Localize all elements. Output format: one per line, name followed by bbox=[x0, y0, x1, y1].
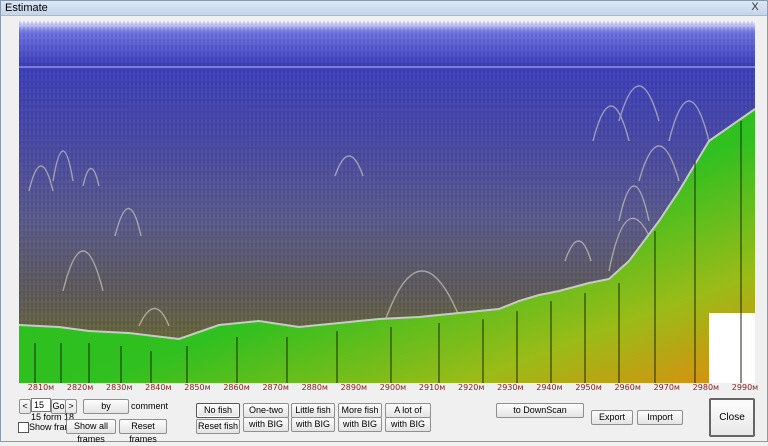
axis-tick-label: 2910м bbox=[418, 383, 446, 392]
axis-tick-label: 2810м bbox=[27, 383, 55, 392]
more-fish-big-button[interactable]: with BIG bbox=[338, 417, 382, 432]
title-bar: Estimate X bbox=[1, 1, 767, 16]
axis-tick-label: 2890м bbox=[340, 383, 368, 392]
reset-frames-button[interactable]: Reset frames bbox=[119, 419, 167, 444]
axis-tick-label: 2990м bbox=[731, 383, 759, 392]
axis-tick-label: 2830м bbox=[106, 383, 133, 392]
axis-tick-label: 2980м bbox=[692, 383, 720, 392]
axis-tick-label: 2940м bbox=[536, 383, 563, 392]
axis-tick-label: 2900м bbox=[379, 383, 407, 392]
show-frame-checkbox[interactable] bbox=[18, 422, 29, 433]
one-two-fish-button[interactable]: One-two fish bbox=[243, 403, 289, 428]
a-lot-of-fish-button[interactable]: A lot of fish bbox=[385, 403, 431, 428]
a-lot-of-fish-big-button[interactable]: with BIG bbox=[385, 417, 431, 432]
axis-tick-label: 2860м bbox=[223, 383, 250, 392]
window-title: Estimate bbox=[5, 2, 48, 14]
one-two-fish-big-button[interactable]: with BIG bbox=[243, 417, 289, 432]
import-button[interactable]: Import bbox=[637, 410, 683, 425]
axis-tick-label: 2820м bbox=[66, 383, 94, 392]
export-button[interactable]: Export bbox=[591, 410, 633, 425]
window-close-icon[interactable]: X bbox=[747, 1, 763, 14]
axis-tick-label: 2960м bbox=[614, 383, 641, 392]
sonar-echogram[interactable] bbox=[19, 21, 755, 383]
estimate-window: Estimate X 2810м 2820м 2830м 2840м 2850м… bbox=[0, 0, 768, 444]
axis-tick-label: 2930м bbox=[497, 383, 524, 392]
little-fish-button[interactable]: Little fish bbox=[291, 403, 335, 418]
by-button[interactable]: by bbox=[83, 399, 129, 414]
to-downscan-button[interactable]: to DownScan bbox=[496, 403, 584, 418]
axis-tick-label: 2880м bbox=[301, 383, 328, 392]
little-fish-big-button[interactable]: with BIG bbox=[291, 417, 335, 432]
distance-axis: 2810м 2820м 2830м 2840м 2850м 2860м 2870м 2880м… bbox=[19, 377, 759, 392]
comment-label: comment bbox=[131, 401, 169, 411]
axis-tick-label: 2920м bbox=[458, 383, 485, 392]
axis-tick-label: 2850м bbox=[184, 383, 211, 392]
reset-fish-button[interactable]: Reset fish bbox=[196, 419, 240, 434]
axis-tick-label: 2840м bbox=[145, 383, 172, 392]
axis-tick-label: 2950м bbox=[575, 383, 602, 392]
axis-tick-label: 2970м bbox=[653, 383, 680, 392]
axis-tick-label: 2870м bbox=[262, 383, 289, 392]
prev-frame-button[interactable]: < bbox=[19, 399, 31, 414]
close-button[interactable]: Close bbox=[709, 398, 755, 437]
frame-number-input[interactable]: 15 bbox=[31, 398, 51, 412]
no-fish-button[interactable]: No fish bbox=[196, 403, 240, 418]
show-all-frames-button[interactable]: Show all frames bbox=[66, 419, 116, 444]
more-fish-button[interactable]: More fish bbox=[338, 403, 382, 418]
